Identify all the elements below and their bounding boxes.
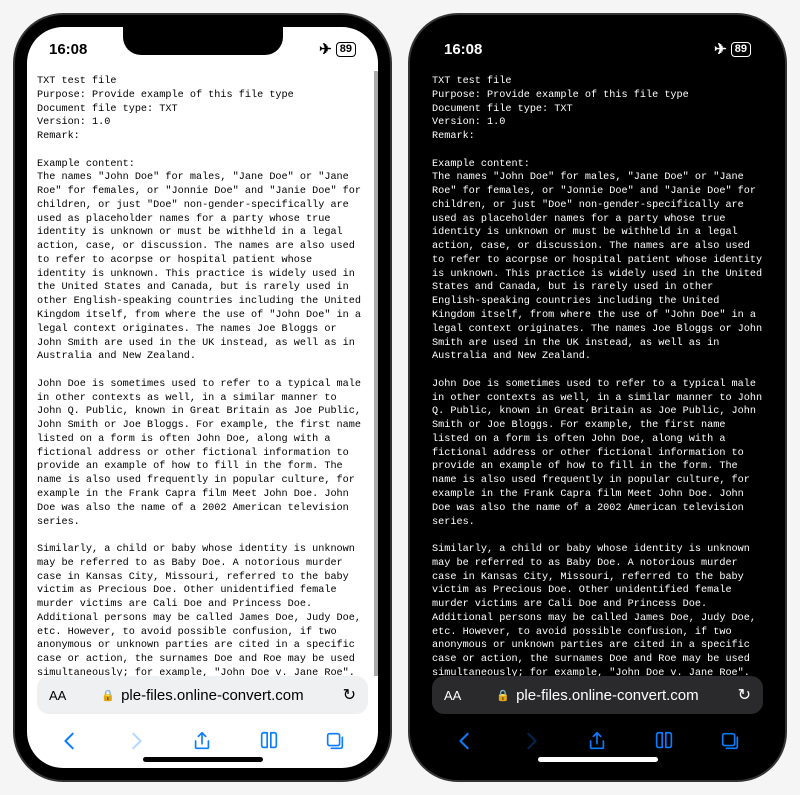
back-button[interactable]	[53, 724, 87, 758]
document-content[interactable]: TXT test file Purpose: Provide example o…	[27, 71, 378, 676]
status-right: ✈ 89	[319, 40, 356, 58]
forward-button[interactable]	[514, 724, 548, 758]
tabs-icon	[719, 730, 741, 752]
doc-para3: Similarly, a child or baby whose identit…	[37, 544, 367, 676]
airplane-icon: ✈	[714, 40, 727, 58]
doc-section-title: Example content:	[37, 159, 135, 170]
status-right: ✈ 89	[714, 40, 751, 58]
notch	[518, 27, 678, 55]
screen-dark: 16:08 ✈ 89 TXT test file Purpose: Provid…	[422, 27, 773, 768]
reload-button[interactable]: ↻	[343, 685, 356, 705]
screen-light: 16:08 ✈ 89 TXT test file Purpose: Provid…	[27, 27, 378, 768]
phone-light: 16:08 ✈ 89 TXT test file Purpose: Provid…	[15, 15, 390, 780]
url-text: ple-files.online-convert.com	[121, 687, 304, 704]
battery-indicator: 89	[336, 42, 356, 57]
chevron-right-icon	[125, 730, 147, 752]
chevron-left-icon	[59, 730, 81, 752]
lock-icon: 🔒	[101, 689, 115, 702]
url-bar[interactable]: AA 🔒 ple-files.online-convert.com ↻	[37, 676, 368, 714]
chevron-left-icon	[454, 730, 476, 752]
url-bar[interactable]: AA 🔒 ple-files.online-convert.com ↻	[432, 676, 763, 714]
home-indicator[interactable]	[143, 757, 263, 762]
doc-para3: Similarly, a child or baby whose identit…	[432, 544, 768, 676]
document-content[interactable]: TXT test file Purpose: Provide example o…	[422, 71, 773, 676]
text-size-button[interactable]: AA	[49, 688, 66, 703]
share-button[interactable]	[185, 724, 219, 758]
tabs-button[interactable]	[713, 724, 747, 758]
bookmarks-button[interactable]	[647, 724, 681, 758]
bookmarks-button[interactable]	[252, 724, 286, 758]
clock: 16:08	[444, 41, 482, 58]
text-size-button[interactable]: AA	[444, 688, 461, 703]
share-icon	[586, 730, 608, 752]
url-text: ple-files.online-convert.com	[516, 687, 699, 704]
doc-header: TXT test file Purpose: Provide example o…	[37, 76, 294, 142]
doc-para2: John Doe is sometimes used to refer to a…	[432, 379, 768, 528]
chevron-right-icon	[520, 730, 542, 752]
reload-button[interactable]: ↻	[738, 685, 751, 705]
lock-icon: 🔒	[496, 689, 510, 702]
airplane-icon: ✈	[319, 40, 332, 58]
forward-button[interactable]	[119, 724, 153, 758]
doc-section-title: Example content:	[432, 159, 530, 170]
battery-indicator: 89	[731, 42, 751, 57]
doc-para1: The names "John Doe" for males, "Jane Do…	[37, 172, 367, 362]
share-icon	[191, 730, 213, 752]
clock: 16:08	[49, 41, 87, 58]
doc-header: TXT test file Purpose: Provide example o…	[432, 76, 689, 142]
book-icon	[653, 730, 675, 752]
share-button[interactable]	[580, 724, 614, 758]
phone-dark: 16:08 ✈ 89 TXT test file Purpose: Provid…	[410, 15, 785, 780]
tabs-icon	[324, 730, 346, 752]
doc-para2: John Doe is sometimes used to refer to a…	[37, 379, 367, 528]
home-indicator[interactable]	[538, 757, 658, 762]
tabs-button[interactable]	[318, 724, 352, 758]
notch	[123, 27, 283, 55]
back-button[interactable]	[448, 724, 482, 758]
book-icon	[258, 730, 280, 752]
doc-para1: The names "John Doe" for males, "Jane Do…	[432, 172, 768, 362]
